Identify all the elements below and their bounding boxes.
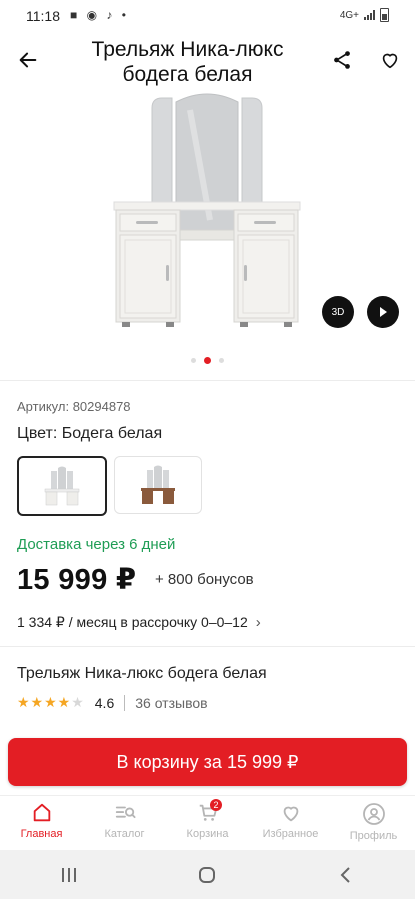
reviews-count: 36 отзывов — [135, 694, 208, 711]
color-swatch-oak[interactable] — [114, 456, 202, 514]
system-navigation-bar — [0, 850, 415, 899]
tab-home[interactable]: Главная — [0, 796, 83, 851]
rating-value: 4.6 — [94, 694, 115, 711]
chevron-right-icon: › — [255, 614, 261, 631]
home-nav-button[interactable] — [177, 860, 237, 890]
add-to-cart-button[interactable]: В корзину за 15 999 ₽ — [8, 738, 407, 786]
play-video-button[interactable] — [367, 296, 399, 328]
tab-label: Главная — [20, 828, 63, 840]
star-rating-icons: ★★★★★ — [17, 694, 85, 710]
rating-summary[interactable]: ★★★★★ 4.6 36 отзывов — [17, 694, 208, 711]
tab-label: Каталог — [104, 828, 145, 840]
recent-apps-button[interactable] — [39, 860, 99, 890]
home-icon — [33, 803, 50, 822]
cart-badge: 2 — [210, 799, 222, 811]
status-bar: 11:18 ■ ◉ ♪ • 4G+ — [0, 0, 415, 32]
heart-icon — [382, 53, 398, 69]
tab-label: Корзина — [186, 828, 229, 840]
tab-label: Профиль — [349, 830, 398, 842]
notification-icons: ■ ◉ ♪ • — [70, 8, 129, 22]
installment-link[interactable]: 1 334 ₽ / месяц в рассрочку 0–0–12 › — [17, 614, 261, 631]
back-nav-button[interactable] — [316, 860, 376, 890]
installment-text: 1 334 ₽ / месяц в рассрочку 0–0–12 — [17, 614, 248, 630]
product-image — [113, 93, 301, 327]
battery-icon — [380, 8, 389, 22]
bottom-tab-bar: Главная Каталог 2 Корзина Избранное Проф… — [0, 795, 415, 851]
system-indicators: 4G+ — [340, 8, 389, 22]
tab-favorites[interactable]: Избранное — [249, 796, 332, 851]
heart-icon — [283, 806, 298, 822]
home-circle-icon — [199, 866, 216, 883]
product-gallery[interactable]: 3D — [0, 90, 415, 380]
catalog-icon — [115, 806, 136, 819]
tab-cart[interactable]: 2 Корзина — [166, 796, 249, 851]
chevron-left-icon — [340, 866, 350, 883]
pagination-dot[interactable] — [219, 358, 224, 363]
swatch-thumbnail — [44, 466, 80, 506]
delivery-info: Доставка через 6 дней — [17, 536, 176, 553]
top-app-bar: Трельяж Ника-люкс бодега белая — [0, 32, 415, 90]
tab-label: Избранное — [262, 828, 319, 840]
3d-icon: 3D — [331, 306, 345, 318]
product-name: Трельяж Ника-люкс бодега белая — [17, 665, 267, 682]
signal-icon — [364, 10, 375, 20]
favorite-button[interactable] — [372, 42, 408, 78]
arrow-left-icon — [19, 52, 37, 68]
divider — [0, 646, 415, 647]
back-button[interactable] — [10, 42, 46, 78]
pagination-dot[interactable] — [191, 358, 196, 363]
share-icon — [334, 51, 350, 69]
recent-apps-icon — [62, 867, 77, 882]
clock: 11:18 — [26, 8, 60, 24]
separator — [124, 694, 126, 711]
add-to-cart-label: В корзину за 15 999 ₽ — [116, 751, 299, 772]
divider — [0, 380, 415, 381]
profile-icon — [362, 803, 385, 825]
color-swatch-white[interactable] — [17, 456, 107, 516]
gallery-pagination — [0, 357, 415, 364]
bonus-info: + 800 бонусов — [155, 571, 254, 588]
share-button[interactable] — [324, 42, 360, 78]
product-sku: Артикул: 80294878 — [17, 399, 131, 414]
pagination-dot-active[interactable] — [204, 357, 211, 364]
page-title: Трельяж Ника-люкс бодега белая — [91, 38, 284, 86]
product-price: 15 999 ₽ — [17, 564, 137, 596]
color-label: Цвет: Бодега белая — [17, 425, 163, 442]
swatch-thumbnail — [141, 465, 175, 504]
view-3d-button[interactable]: 3D — [322, 296, 354, 328]
tab-catalog[interactable]: Каталог — [83, 796, 166, 851]
play-icon — [380, 307, 387, 317]
tab-profile[interactable]: Профиль — [332, 796, 415, 851]
network-type: 4G+ — [339, 9, 359, 21]
